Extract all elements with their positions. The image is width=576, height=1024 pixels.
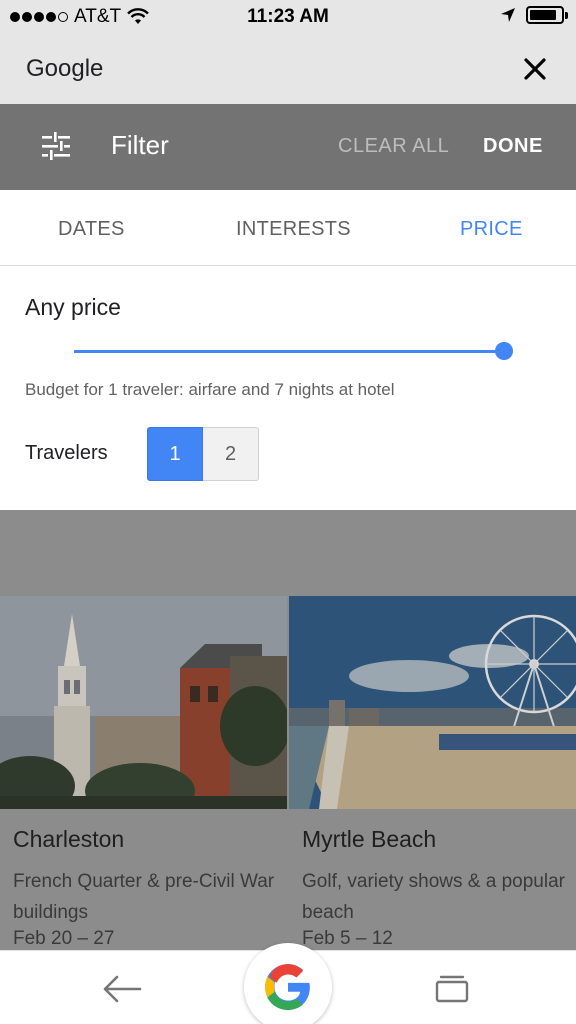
budget-description: Budget for 1 traveler: airfare and 7 nig…	[25, 380, 395, 399]
card-title: Charleston	[13, 826, 125, 852]
filter-title: Filter	[111, 130, 169, 160]
battery-icon	[526, 6, 568, 24]
status-bar: AT&T 11:23 AM	[0, 0, 576, 34]
travelers-option-2[interactable]: 2	[203, 427, 259, 481]
google-home-button[interactable]	[244, 943, 332, 1024]
filter-sliders-icon	[42, 132, 70, 160]
status-time: 11:23 AM	[247, 6, 329, 27]
charleston-photo	[0, 596, 287, 809]
tabs-button[interactable]	[434, 973, 470, 1003]
card-description: French Quarter & pre-Civil War buildings	[13, 871, 275, 923]
card-dates: Feb 5 – 12	[302, 928, 393, 949]
location-arrow-icon	[501, 8, 515, 22]
filter-toolbar: Filter CLEAR ALL DONE	[0, 104, 576, 190]
price-panel: Any price Budget for 1 traveler: airfare…	[0, 266, 576, 510]
card-dates: Feb 20 – 27	[13, 928, 115, 949]
filter-tabs: DATES INTERESTS PRICE	[0, 190, 576, 266]
myrtle-beach-photo	[289, 596, 576, 809]
close-icon	[524, 58, 546, 80]
bottom-nav	[0, 943, 576, 1024]
card-title: Myrtle Beach	[302, 826, 437, 852]
price-slider-thumb[interactable]	[495, 342, 513, 360]
destination-card[interactable]: Myrtle Beach Golf, variety shows & a pop…	[289, 596, 576, 950]
close-button[interactable]	[520, 54, 550, 84]
google-g-icon	[265, 964, 310, 1010]
card-description: Golf, variety shows & a popular beach	[302, 871, 565, 923]
status-right	[500, 6, 568, 24]
app-header: Google	[0, 34, 576, 104]
travelers-option-1[interactable]: 1	[147, 427, 203, 481]
travelers-label: Travelers	[25, 442, 108, 464]
clear-all-button[interactable]: CLEAR ALL	[338, 135, 449, 158]
price-slider-track[interactable]	[74, 350, 504, 353]
destination-card[interactable]: Charleston French Quarter & pre-Civil Wa…	[0, 596, 287, 950]
back-arrow-icon	[103, 975, 142, 1003]
tab-interests[interactable]: INTERESTS	[236, 218, 351, 241]
results-overlay: Charleston French Quarter & pre-Civil Wa…	[0, 510, 576, 950]
back-button[interactable]	[102, 973, 142, 1005]
tab-price[interactable]: PRICE	[460, 218, 523, 241]
app-title: Google	[26, 55, 104, 82]
price-label: Any price	[25, 294, 121, 320]
tab-dates[interactable]: DATES	[58, 218, 125, 241]
done-button[interactable]: DONE	[483, 135, 543, 158]
battery-level	[530, 10, 556, 20]
tabs-icon	[435, 975, 469, 1003]
